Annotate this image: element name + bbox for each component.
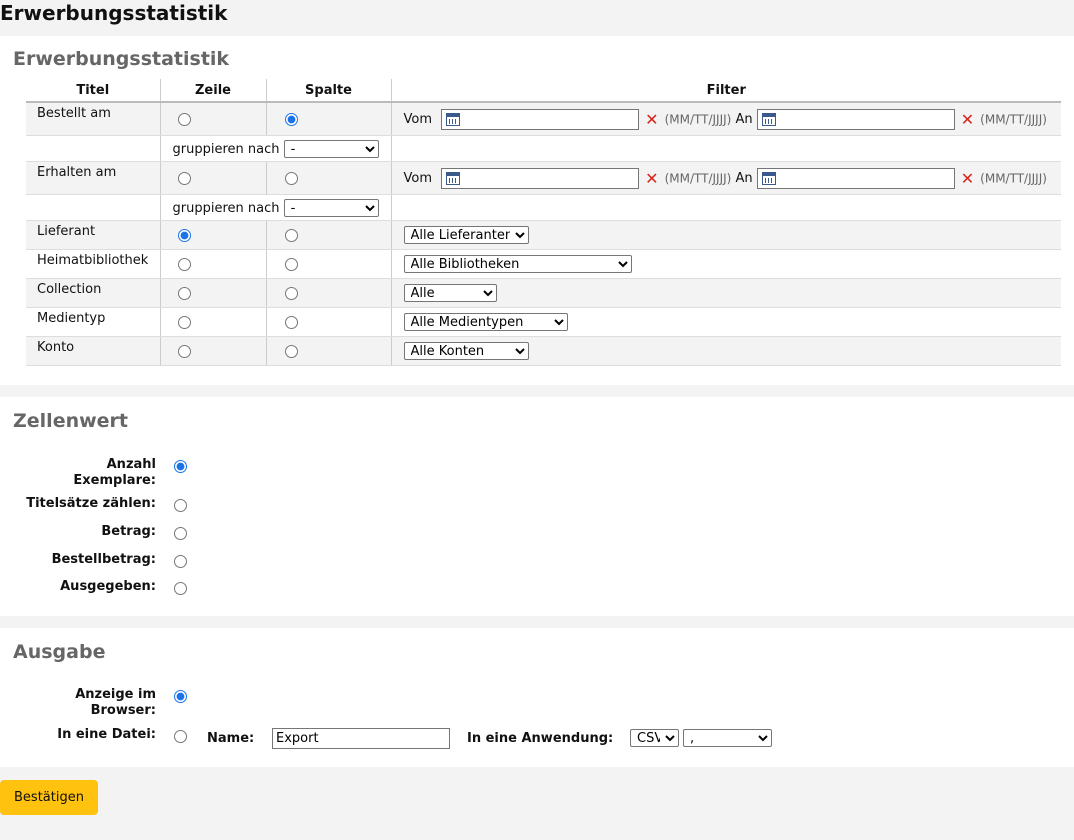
criteria-table: Titel Zeile Spalte Filter Bestellt am Vo… (26, 79, 1061, 366)
name-label: Name: (207, 731, 255, 746)
library-select[interactable]: Alle Bibliotheken (403, 255, 632, 273)
itemtype-row-radio[interactable] (177, 315, 191, 329)
table-row: Collection Alle (26, 278, 1061, 308)
cellvalue-label: Ausgegeben: (60, 579, 156, 594)
date-format-hint: (MM/TT/JJJJ) (980, 112, 1047, 126)
received-label: Erhalten am (26, 161, 160, 195)
received-column-radio[interactable] (284, 171, 298, 185)
output-file-label: In eine Datei: (57, 727, 156, 742)
spent-radio[interactable] (174, 582, 187, 595)
output-file-radio[interactable] (174, 730, 187, 743)
account-label: Konto (26, 336, 160, 366)
application-label: In eine Anwendung: (467, 731, 614, 746)
ordered-to-label: An (735, 111, 753, 127)
calendar-icon[interactable] (446, 112, 461, 126)
cellvalue-label: Titelsätze zählen: (26, 496, 156, 511)
library-column-radio[interactable] (284, 257, 298, 271)
amount-radio[interactable] (174, 527, 187, 540)
ordered-from-input[interactable] (441, 108, 640, 130)
output-browser-radio[interactable] (174, 690, 187, 703)
filename-input[interactable] (272, 728, 450, 749)
itemtype-column-radio[interactable] (284, 315, 298, 329)
cellvalue-label: Anzahl Exemplare: (73, 457, 156, 488)
clear-icon[interactable]: ✕ (645, 169, 658, 188)
ordered-group-select[interactable]: - (283, 139, 379, 158)
output-panel: Ausgabe Anzeige im Browser: In eine Date… (0, 628, 1074, 767)
col-row: Zeile (159, 79, 266, 103)
received-group-label: gruppieren nach (172, 200, 280, 216)
received-from-input[interactable] (441, 167, 640, 189)
cellvalue-heading: Zellenwert (13, 410, 128, 432)
calendar-icon[interactable] (446, 171, 461, 185)
collection-row-radio[interactable] (177, 286, 191, 300)
table-row: Lieferant Alle Lieferanten (26, 220, 1061, 250)
received-to-label: An (735, 170, 753, 186)
vendor-label: Lieferant (26, 220, 160, 250)
received-from-label: Vom (403, 170, 433, 186)
criteria-panel: Erwerbungsstatistik Titel Zeile Spalte F… (0, 36, 1074, 385)
col-title: Titel (26, 79, 160, 103)
collection-select[interactable]: Alle (403, 284, 497, 302)
page-title: Erwerbungsstatistik (0, 1, 228, 25)
date-format-hint: (MM/TT/JJJJ) (664, 112, 732, 126)
col-filter: Filter (390, 79, 1061, 103)
vendor-column-radio[interactable] (284, 228, 298, 242)
received-group-select[interactable]: - (283, 198, 379, 217)
itemtype-select[interactable]: Alle Medientypen (403, 313, 568, 331)
date-format-hint: (MM/TT/JJJJ) (980, 171, 1047, 185)
date-format-hint: (MM/TT/JJJJ) (664, 171, 732, 185)
delimiter-select[interactable]: , (683, 729, 772, 747)
col-column: Spalte (265, 79, 391, 103)
library-row-radio[interactable] (177, 257, 191, 271)
ordered-from-label: Vom (403, 111, 433, 127)
itemtype-label: Medientyp (26, 307, 160, 337)
clear-icon[interactable]: ✕ (961, 110, 974, 129)
library-label: Heimatbibliothek (26, 249, 160, 279)
table-row: Konto Alle Konten (26, 336, 1061, 366)
ordered-row-radio[interactable] (177, 112, 191, 126)
format-select[interactable]: CSV (630, 729, 679, 747)
table-row: Bestellt am Vom ✕ (MM/TT/JJJJ) An ✕ (MM/TT… (26, 102, 1061, 136)
ordered-group-label: gruppieren nach (172, 141, 280, 157)
criteria-heading: Erwerbungsstatistik (13, 48, 230, 70)
ordered-to-input[interactable] (756, 108, 955, 130)
calendar-icon[interactable] (761, 171, 776, 185)
vendor-row-radio[interactable] (177, 228, 191, 242)
clear-icon[interactable]: ✕ (645, 110, 658, 129)
table-row: Heimatbibliothek Alle Bibliotheken (26, 249, 1061, 279)
cellvalue-label: Bestellbetrag: (51, 552, 156, 567)
submit-button[interactable]: Bestätigen (0, 780, 98, 815)
account-column-radio[interactable] (284, 344, 298, 358)
ordered-column-radio[interactable] (284, 112, 298, 126)
order-amount-radio[interactable] (174, 555, 187, 568)
table-row: Erhalten am Vom ✕ (MM/TT/JJJJ) An ✕ (MM/TT… (26, 161, 1061, 195)
collection-column-radio[interactable] (284, 286, 298, 300)
count-biblios-radio[interactable] (174, 499, 187, 512)
clear-icon[interactable]: ✕ (961, 169, 974, 188)
collection-label: Collection (26, 278, 160, 308)
received-row-radio[interactable] (177, 171, 191, 185)
vendor-select[interactable]: Alle Lieferanten (403, 226, 529, 244)
calendar-icon[interactable] (761, 112, 776, 126)
table-row: gruppieren nach - (26, 135, 1061, 162)
count-items-radio[interactable] (174, 460, 187, 473)
output-heading: Ausgabe (13, 641, 106, 663)
table-row: gruppieren nach - (26, 194, 1061, 221)
received-to-input[interactable] (756, 167, 955, 189)
account-row-radio[interactable] (177, 344, 191, 358)
account-select[interactable]: Alle Konten (403, 342, 529, 360)
ordered-label: Bestellt am (26, 102, 160, 136)
table-row: Medientyp Alle Medientypen (26, 307, 1061, 337)
output-browser-label: Anzeige im Browser: (75, 687, 156, 718)
cellvalue-label: Betrag: (101, 524, 156, 539)
cellvalue-panel: Zellenwert Anzahl Exemplare: Titelsätze … (0, 397, 1074, 616)
